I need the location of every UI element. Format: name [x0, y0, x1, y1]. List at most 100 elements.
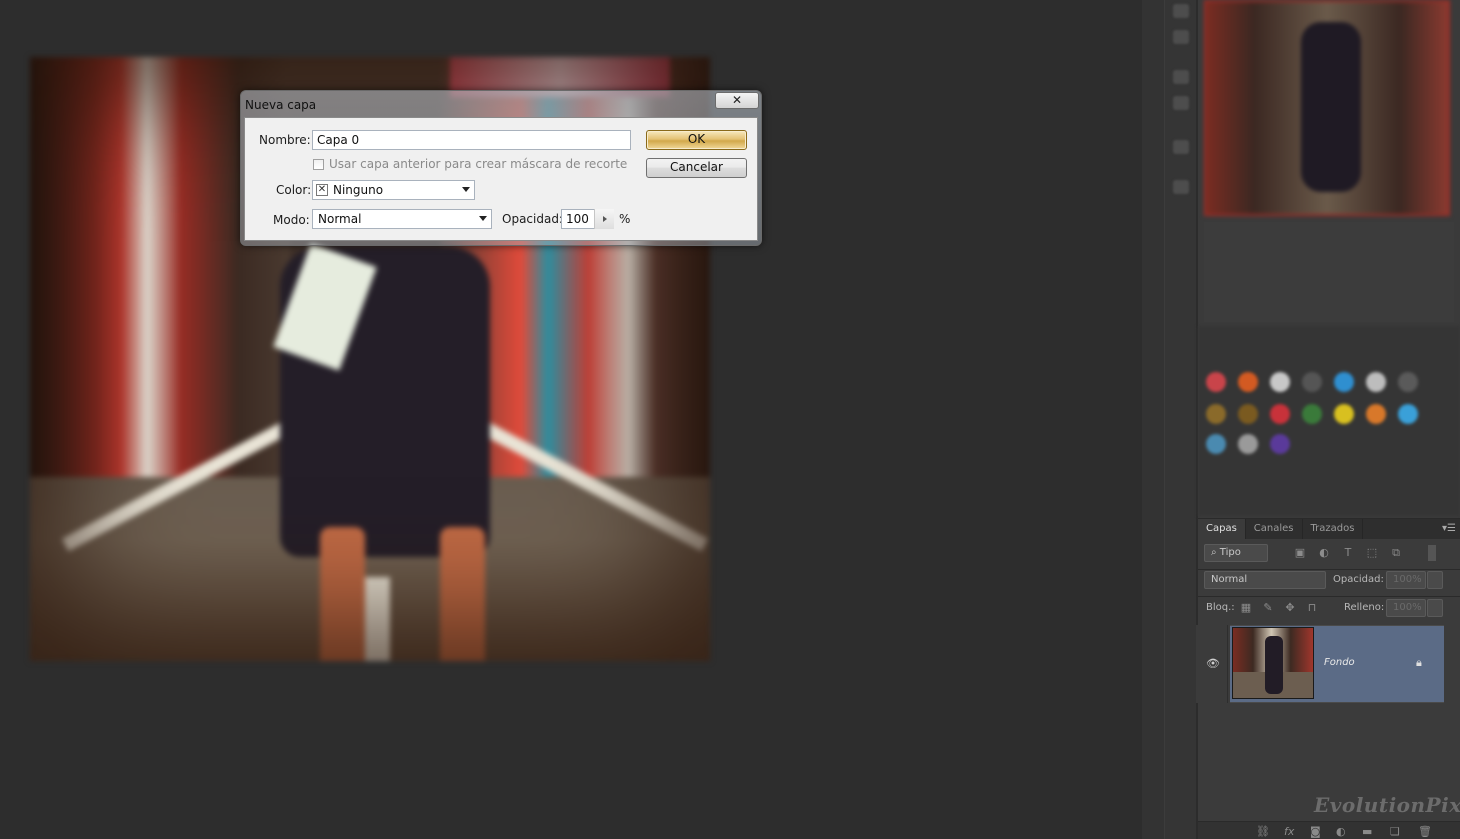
delete-layer-icon[interactable]: 🗑︎	[1418, 825, 1432, 838]
adjustment-filter-icon[interactable]: ◐	[1318, 547, 1330, 559]
layer-filter-select[interactable]: ⌕ Tipo	[1204, 544, 1268, 562]
tab-canales[interactable]: Canales	[1246, 519, 1303, 539]
style-swatch[interactable]	[1334, 372, 1354, 392]
no-color-icon: ✕	[316, 184, 328, 196]
new-layer-icon[interactable]: ❏	[1390, 825, 1400, 838]
opacity-label: Opacidad:	[1333, 574, 1384, 585]
opacity-input[interactable]: 100	[561, 209, 614, 229]
color-select[interactable]: ✕ Ninguno	[312, 180, 475, 200]
type-filter-icon[interactable]: T	[1342, 547, 1354, 559]
smart-object-filter-icon[interactable]: ⧉	[1390, 547, 1402, 559]
blend-mode-select[interactable]: Normal	[1204, 571, 1326, 589]
name-label: Nombre:	[259, 133, 311, 147]
style-swatch[interactable]	[1334, 404, 1354, 424]
style-swatch[interactable]	[1270, 372, 1290, 392]
mode-select-value: Normal	[318, 212, 362, 226]
layers-bottom-bar: ⛓ fx ◙ ◐ ▬ ❏ 🗑︎	[1198, 821, 1460, 839]
lock-image-icon[interactable]: ✎	[1262, 602, 1274, 614]
chevron-down-icon	[479, 216, 487, 221]
tab-trazados[interactable]: Trazados	[1303, 519, 1364, 539]
layer-style-icon[interactable]: fx	[1284, 825, 1294, 838]
opacity-value: 100	[566, 212, 589, 226]
shape-filter-icon[interactable]: ⬚	[1366, 547, 1378, 559]
navigator-preview[interactable]	[1204, 0, 1450, 216]
panel-dock-gap	[1142, 0, 1164, 839]
paragraph-icon[interactable]	[1173, 180, 1189, 194]
eye-icon[interactable]: 👁	[1206, 658, 1220, 669]
fill-input[interactable]: 100%	[1386, 599, 1426, 617]
layers-panel-tabs: Capas Canales Trazados	[1198, 519, 1460, 539]
style-swatch[interactable]	[1270, 404, 1290, 424]
style-swatch[interactable]	[1366, 404, 1386, 424]
layer-mask-icon[interactable]: ◙	[1310, 825, 1321, 838]
watermark: EvolutionPix	[1314, 793, 1460, 817]
info-icon[interactable]	[1173, 70, 1189, 84]
thumbnail-figure	[1265, 636, 1283, 694]
style-swatch[interactable]	[1238, 404, 1258, 424]
lock-transparency-icon[interactable]: ▦	[1240, 602, 1252, 614]
right-panels: Capas Canales Trazados ▾☰ ⌕ Tipo ▣ ◐ T ⬚…	[1196, 0, 1460, 839]
style-swatch[interactable]	[1302, 404, 1322, 424]
history-icon[interactable]	[1173, 4, 1189, 18]
dialog-titlebar[interactable]: Nueva capa ✕	[241, 91, 761, 117]
filter-toggle[interactable]	[1428, 545, 1436, 561]
layer-name-input[interactable]: Capa 0	[312, 130, 631, 150]
style-swatch[interactable]	[1206, 434, 1226, 454]
style-swatch[interactable]	[1398, 372, 1418, 392]
layer-name[interactable]: Fondo	[1324, 657, 1355, 668]
ok-button[interactable]: OK	[646, 130, 747, 150]
mode-label: Modo:	[273, 213, 310, 227]
link-layers-icon[interactable]: ⛓	[1256, 825, 1270, 838]
divider	[1198, 569, 1460, 570]
new-group-icon[interactable]: ▬	[1362, 825, 1372, 838]
lock-all-icon[interactable]: ⊓	[1306, 602, 1318, 614]
lock-icon: 🔒︎	[1416, 656, 1422, 669]
style-swatch[interactable]	[1206, 404, 1226, 424]
close-button[interactable]: ✕	[715, 92, 759, 109]
opacity-unit: %	[619, 212, 631, 226]
color-label: Color:	[276, 183, 312, 197]
clip-mask-label[interactable]: Usar capa anterior para crear máscara de…	[329, 157, 627, 171]
chevron-down-icon	[462, 187, 470, 192]
navigator-figure	[1301, 22, 1361, 192]
pixel-filter-icon[interactable]: ▣	[1294, 547, 1306, 559]
style-swatch[interactable]	[1206, 372, 1226, 392]
dialog-content: Nombre: Capa 0 Usar capa anterior para c…	[244, 117, 758, 241]
layers-panel: Capas Canales Trazados ▾☰ ⌕ Tipo ▣ ◐ T ⬚…	[1196, 518, 1460, 839]
style-swatch[interactable]	[1238, 434, 1258, 454]
opacity-label: Opacidad:	[502, 212, 563, 226]
mode-select[interactable]: Normal	[312, 209, 492, 229]
search-icon: ⌕	[1211, 547, 1220, 558]
properties-icon[interactable]	[1173, 96, 1189, 110]
cancel-button[interactable]: Cancelar	[646, 158, 747, 178]
clip-mask-checkbox[interactable]	[313, 159, 324, 170]
panel-menu-icon[interactable]: ▾☰	[1442, 523, 1456, 534]
style-swatch[interactable]	[1302, 372, 1322, 392]
style-swatch[interactable]	[1398, 404, 1418, 424]
close-icon: ✕	[731, 93, 743, 107]
style-swatch[interactable]	[1270, 434, 1290, 454]
chevron-right-icon	[603, 216, 607, 222]
new-layer-dialog: Nueva capa ✕ Nombre: Capa 0 Usar capa an…	[240, 90, 762, 246]
style-swatch[interactable]	[1238, 372, 1258, 392]
layer-visibility-cell[interactable]: 👁	[1196, 625, 1228, 703]
collapsed-panel-icons	[1164, 0, 1196, 839]
fill-label: Relleno:	[1344, 602, 1385, 613]
lock-position-icon[interactable]: ✥	[1284, 602, 1296, 614]
tab-capas[interactable]: Capas	[1198, 519, 1246, 539]
dialog-title: Nueva capa	[245, 98, 317, 112]
opacity-input[interactable]: 100%	[1386, 571, 1426, 589]
navigator-empty-area	[1204, 222, 1454, 322]
character-icon[interactable]	[1173, 140, 1189, 154]
divider	[1198, 596, 1460, 597]
lock-label: Bloq.:	[1206, 602, 1235, 613]
actions-icon[interactable]	[1173, 30, 1189, 44]
style-swatch[interactable]	[1366, 372, 1386, 392]
adjustment-layer-icon[interactable]: ◐	[1336, 825, 1346, 838]
layer-filter-label: Tipo	[1219, 547, 1241, 558]
fill-dropdown[interactable]	[1427, 599, 1443, 617]
opacity-dropdown[interactable]	[1427, 571, 1443, 589]
layer-thumbnail[interactable]	[1232, 627, 1314, 699]
styles-panel	[1198, 326, 1460, 516]
opacity-slider-toggle[interactable]	[594, 209, 614, 229]
